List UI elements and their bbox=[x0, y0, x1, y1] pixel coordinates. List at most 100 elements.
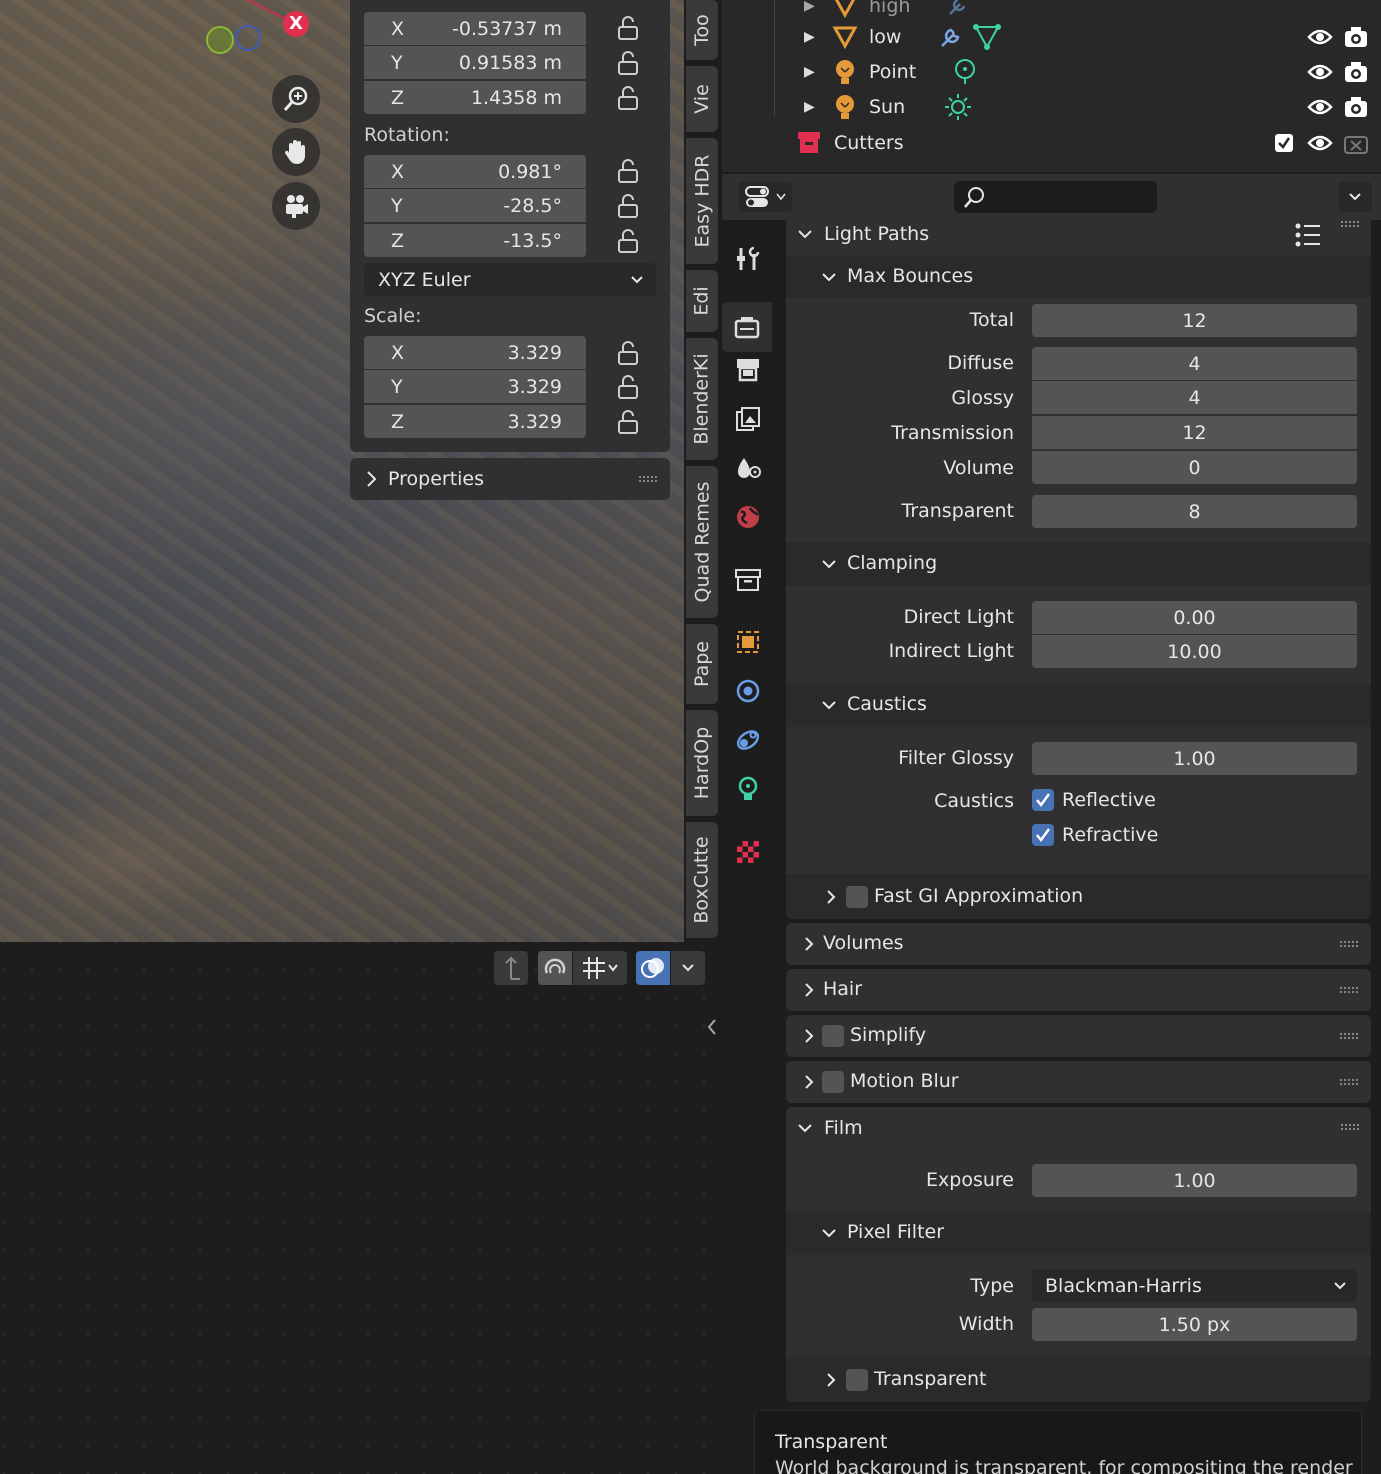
simplify-panel[interactable]: Simplify bbox=[786, 1015, 1371, 1057]
exposure-field[interactable]: 1.00 bbox=[1032, 1164, 1357, 1197]
hair-panel[interactable]: Hair bbox=[786, 969, 1371, 1011]
view-layer-icon[interactable] bbox=[732, 403, 764, 435]
total-bounces-field[interactable]: 12 bbox=[1032, 304, 1357, 337]
fast-gi-checkbox[interactable] bbox=[846, 886, 868, 908]
eye-icon[interactable] bbox=[1307, 133, 1333, 153]
drag-grip-icon[interactable] bbox=[1340, 220, 1360, 228]
lock-icon[interactable] bbox=[616, 341, 642, 365]
snap-magnet-icon[interactable] bbox=[538, 951, 572, 985]
scale-x-field[interactable]: X 3.329 bbox=[364, 336, 586, 369]
object-data-light-icon[interactable] bbox=[732, 773, 764, 805]
location-x-field[interactable]: X -0.53737 m bbox=[364, 12, 586, 45]
max-bounces-header[interactable]: Max Bounces bbox=[786, 256, 1371, 298]
tab-hardops[interactable]: HardOp bbox=[686, 710, 718, 816]
tab-tool[interactable]: Too bbox=[686, 0, 718, 60]
caustics-header[interactable]: Caustics bbox=[786, 683, 1371, 727]
outliner-row-low[interactable]: ▶ low bbox=[722, 19, 1381, 54]
location-y-field[interactable]: Y 0.91583 m bbox=[364, 46, 586, 79]
pan-hand-icon[interactable] bbox=[272, 128, 320, 176]
mesh-data-icon[interactable] bbox=[972, 23, 1002, 51]
filter-width-field[interactable]: 1.50 px bbox=[1032, 1308, 1357, 1341]
drag-grip-icon[interactable] bbox=[1339, 986, 1359, 994]
tab-edit[interactable]: Edi bbox=[686, 270, 718, 332]
render-camera-icon[interactable] bbox=[1343, 26, 1369, 48]
tab-quad-remesher[interactable]: Quad Remes bbox=[686, 466, 718, 618]
render-camera-icon[interactable] bbox=[1343, 61, 1369, 83]
render-camera-icon[interactable] bbox=[1343, 96, 1369, 118]
volumes-panel[interactable]: Volumes bbox=[786, 923, 1371, 965]
lock-icon[interactable] bbox=[616, 375, 642, 399]
lock-icon[interactable] bbox=[616, 159, 642, 183]
3d-viewport[interactable]: X X -0.53737 m Y 0.91583 m Z 1.4358 m Rotat… bbox=[0, 0, 684, 942]
lock-icon[interactable] bbox=[616, 229, 642, 253]
drag-grip-icon[interactable] bbox=[1339, 1078, 1359, 1086]
lock-icon[interactable] bbox=[616, 51, 642, 75]
expand-arrow-icon[interactable]: ▶ bbox=[804, 64, 815, 80]
expand-arrow-icon[interactable]: ▶ bbox=[804, 29, 815, 45]
eye-icon[interactable] bbox=[1307, 62, 1333, 82]
collection-properties-icon[interactable] bbox=[732, 564, 764, 596]
volume-bounces-field[interactable]: 0 bbox=[1032, 451, 1357, 484]
transmission-bounces-field[interactable]: 12 bbox=[1032, 416, 1357, 449]
presets-list-icon[interactable] bbox=[1294, 222, 1322, 248]
output-properties-icon[interactable] bbox=[732, 354, 764, 386]
parent-arrow-icon[interactable] bbox=[494, 951, 528, 985]
eye-icon[interactable] bbox=[1307, 97, 1333, 117]
scale-z-field[interactable]: Z 3.329 bbox=[364, 405, 586, 438]
physics-properties-icon[interactable] bbox=[732, 675, 764, 707]
properties-search-input[interactable] bbox=[954, 181, 1157, 213]
editor-type-dropdown[interactable] bbox=[738, 182, 792, 212]
refractive-checkbox[interactable]: Refractive bbox=[1032, 824, 1158, 846]
scale-y-field[interactable]: Y 3.329 bbox=[364, 370, 586, 403]
reflective-checkbox[interactable]: Reflective bbox=[1032, 789, 1156, 811]
world-properties-icon[interactable] bbox=[732, 501, 764, 533]
overlay-toggle-icon[interactable] bbox=[636, 951, 670, 985]
snap-grid-dropdown[interactable] bbox=[573, 951, 627, 985]
tab-boxcutter[interactable]: BoxCutte bbox=[686, 822, 718, 938]
location-z-field[interactable]: Z 1.4358 m bbox=[364, 81, 586, 114]
expand-arrow-icon[interactable]: ▶ bbox=[804, 0, 815, 14]
rotation-x-field[interactable]: X 0.981° bbox=[364, 155, 586, 188]
tab-blenderkit[interactable]: BlenderKi bbox=[686, 338, 718, 460]
outliner-row-cutters[interactable]: Cutters bbox=[722, 125, 1381, 160]
drag-grip-icon[interactable] bbox=[1339, 940, 1359, 948]
rotation-z-field[interactable]: Z -13.5° bbox=[364, 224, 586, 257]
zoom-icon[interactable] bbox=[272, 75, 320, 123]
checkbox-checked-icon[interactable] bbox=[1274, 133, 1294, 153]
tab-view[interactable]: Vie bbox=[686, 66, 718, 132]
diffuse-bounces-field[interactable]: 4 bbox=[1032, 347, 1357, 380]
light-paths-header[interactable]: Light Paths bbox=[798, 220, 1360, 256]
texture-properties-icon[interactable] bbox=[732, 836, 764, 868]
motion-blur-checkbox[interactable] bbox=[822, 1071, 844, 1093]
fast-gi-header[interactable]: Fast GI Approximation bbox=[786, 874, 1371, 919]
film-header[interactable]: Film bbox=[798, 1107, 1360, 1149]
tool-settings-icon[interactable] bbox=[732, 242, 764, 274]
wrench-icon[interactable] bbox=[938, 24, 966, 50]
drag-grip-icon[interactable] bbox=[1340, 1123, 1360, 1131]
lock-icon[interactable] bbox=[616, 194, 642, 218]
collapse-arrow-icon[interactable] bbox=[706, 1018, 718, 1036]
sun-light-data-icon[interactable] bbox=[944, 93, 972, 121]
direct-light-field[interactable]: 0.00 bbox=[1032, 601, 1357, 634]
constraint-properties-icon[interactable] bbox=[732, 724, 764, 756]
motion-blur-panel[interactable]: Motion Blur bbox=[786, 1061, 1371, 1103]
lock-icon[interactable] bbox=[616, 16, 642, 40]
scene-properties-icon[interactable] bbox=[732, 452, 764, 484]
simplify-checkbox[interactable] bbox=[822, 1025, 844, 1047]
point-light-data-icon[interactable] bbox=[952, 58, 978, 86]
render-properties-icon[interactable] bbox=[722, 302, 772, 352]
tab-easy-hdr[interactable]: Easy HDR bbox=[686, 138, 718, 264]
drag-grip-icon[interactable] bbox=[1339, 1032, 1359, 1040]
options-dropdown[interactable] bbox=[1338, 182, 1372, 212]
lock-icon[interactable] bbox=[616, 86, 642, 110]
tab-paper[interactable]: Pape bbox=[686, 624, 718, 704]
camera-icon[interactable] bbox=[272, 182, 320, 230]
rotation-mode-dropdown[interactable]: XYZ Euler bbox=[364, 263, 656, 296]
transparent-bounces-field[interactable]: 8 bbox=[1032, 495, 1357, 528]
transparent-checkbox[interactable] bbox=[846, 1369, 868, 1391]
glossy-bounces-field[interactable]: 4 bbox=[1032, 381, 1357, 414]
node-editor-area[interactable] bbox=[0, 942, 720, 1474]
filter-glossy-field[interactable]: 1.00 bbox=[1032, 742, 1357, 775]
overlay-dropdown[interactable] bbox=[671, 951, 705, 985]
clamping-header[interactable]: Clamping bbox=[786, 542, 1371, 586]
